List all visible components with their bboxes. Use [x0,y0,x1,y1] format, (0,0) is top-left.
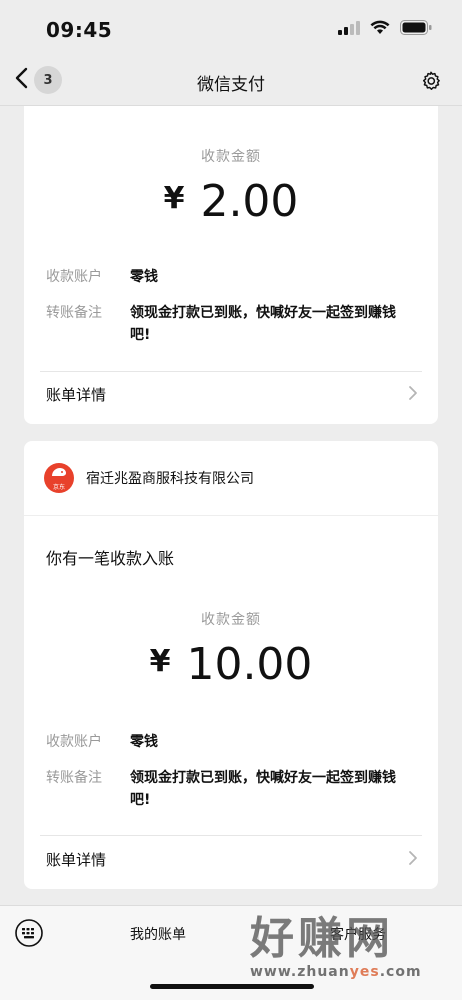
merchant-logo-text: 京东 [52,484,65,491]
merchant-logo: 京东 [44,463,74,493]
keyboard-icon [14,919,44,952]
status-icons [338,20,432,39]
account-row: 收款账户 零钱 [46,731,416,753]
bill-detail-row[interactable]: 账单详情 [46,384,418,405]
amount-label: 收款金额 [201,149,261,165]
amount-number: 10.00 [186,639,313,690]
note-key: 转账备注 [46,305,102,321]
nav-bar: 3 微信支付 [0,60,462,106]
watermark-url: www.zhuanyes.com [250,964,422,980]
amount-number: 2.00 [200,176,299,227]
bill-detail-row[interactable]: 账单详情 [46,849,418,870]
jd-dog-icon [49,465,69,484]
note-value: 领现金打款已到账，快喊好友一起签到赚钱 吧! [130,767,396,811]
currency-symbol: ¥ [149,644,171,679]
note-line-2: 吧! [130,792,151,808]
home-indicator [150,984,314,989]
gear-icon [420,71,442,96]
merchant-header[interactable]: 京东 宿迁兆盈商服科技有限公司 [44,463,254,493]
amount-value: ¥2.00 [24,176,438,227]
chevron-right-icon [408,385,418,405]
account-row: 收款账户 零钱 [46,266,416,288]
amount-label: 收款金额 [201,612,261,628]
account-key: 收款账户 [46,269,102,285]
divider [24,515,438,516]
account-value: 零钱 [130,734,158,750]
site-watermark: 好赚网 www.zhuanyes.com [250,914,450,986]
battery-icon [400,20,432,39]
status-bar: 09:45 [0,0,462,60]
account-value: 零钱 [130,269,158,285]
keyboard-toggle-button[interactable] [14,918,44,952]
bill-detail-label: 账单详情 [46,851,107,869]
currency-symbol: ¥ [163,181,185,216]
settings-button[interactable] [420,70,442,96]
note-key: 转账备注 [46,770,102,786]
divider [40,371,422,372]
note-row: 转账备注 领现金打款已到账，快喊好友一起签到赚钱 吧! [46,302,416,346]
payment-card-1: 收款金额 ¥2.00 收款账户 零钱 转账备注 领现金打款已到账，快喊好友一起签… [24,106,438,424]
wifi-icon [370,20,390,39]
divider [40,835,422,836]
cellular-signal-icon [338,20,360,39]
note-line-2: 吧! [130,327,151,343]
amount-value: ¥10.00 [24,639,438,690]
account-key: 收款账户 [46,734,102,750]
notice-text: 你有一笔收款入账 [46,549,175,568]
note-line-1: 领现金打款已到账，快喊好友一起签到赚钱 [130,305,396,321]
note-line-1: 领现金打款已到账，快喊好友一起签到赚钱 [130,770,396,786]
status-time: 09:45 [46,18,113,42]
page-title: 微信支付 [197,75,265,95]
note-value: 领现金打款已到账，快喊好友一起签到赚钱 吧! [130,302,396,346]
watermark-title: 好赚网 [250,913,394,964]
bill-detail-label: 账单详情 [46,386,107,404]
chevron-right-icon [408,850,418,870]
payment-card-2: 京东 宿迁兆盈商服科技有限公司 你有一笔收款入账 收款金额 ¥10.00 收款账… [24,441,438,889]
my-bills-menu[interactable]: 我的账单 [130,924,186,944]
merchant-name: 宿迁兆盈商服科技有限公司 [86,471,254,487]
note-row: 转账备注 领现金打款已到账，快喊好友一起签到赚钱 吧! [46,767,416,811]
